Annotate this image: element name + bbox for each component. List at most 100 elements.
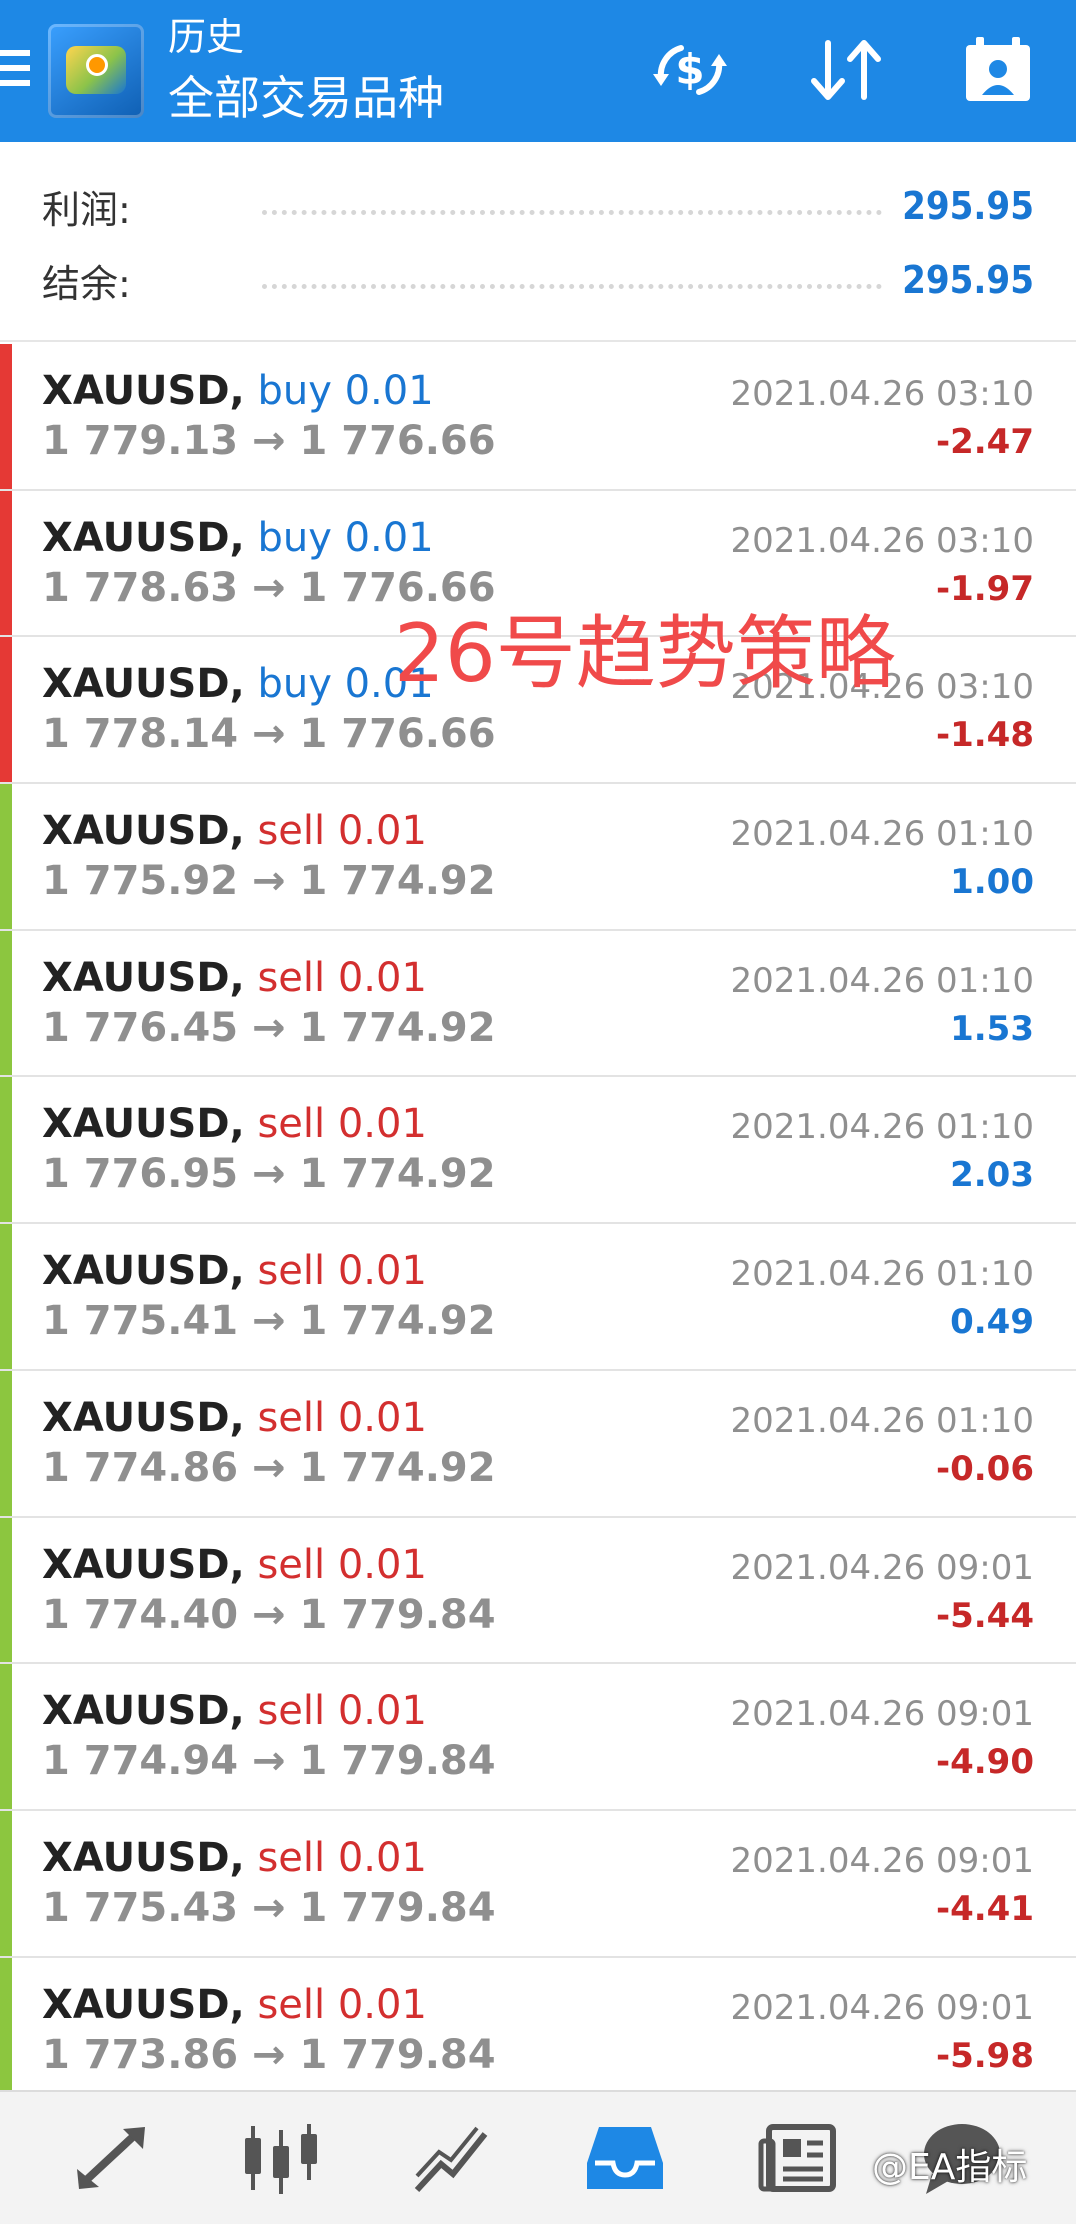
trade-time: 2021.04.26 01:10 [730,1400,1034,1441]
profit-value: 295.95 [902,184,1034,228]
trade-side-indicator [0,1810,12,1956]
trade-prices: 1 774.94 → 1 779.84 [42,1738,496,1785]
trade-side-indicator [0,637,12,783]
trade-title: XAUUSD, sell 0.01 [42,1099,427,1149]
trade-time: 2021.04.26 01:10 [730,1254,1034,1295]
trade-title: XAUUSD, buy 0.01 [42,659,434,709]
trade-profit: -1.97 [936,568,1034,609]
trade-symbol: XAUUSD, [42,661,245,708]
trade-profit: -0.06 [936,1448,1034,1489]
trade-prices: 1 775.92 → 1 774.92 [42,858,496,905]
trade-row[interactable]: XAUUSD, sell 0.01 1 774.40 → 1 779.84 2021… [0,1517,1076,1665]
trade-time: 2021.04.26 03:10 [730,520,1034,561]
trade-symbol: XAUUSD, [42,1981,245,2028]
trade-side-volume: sell 0.01 [257,1248,427,1295]
trade-prices: 1 774.86 → 1 774.92 [42,1444,496,1491]
balance-value: 295.95 [902,258,1034,302]
trade-time: 2021.04.26 03:10 [730,374,1034,414]
symbol-filter[interactable]: 全部交易品种 [168,70,444,126]
profit-label: 利润: [42,187,131,232]
calendar-person-icon[interactable] [948,34,1048,106]
trade-side-volume: sell 0.01 [257,1688,427,1735]
trade-time: 2021.04.26 09:01 [730,1547,1034,1588]
sort-icon[interactable] [796,34,896,106]
quotes-chart-icon[interactable] [226,2108,336,2208]
trade-title: XAUUSD, buy 0.01 [42,366,434,416]
trade-side-volume: sell 0.01 [257,954,427,1001]
trade-time: 2021.04.26 01:10 [730,1107,1034,1148]
trade-side-volume: sell 0.01 [257,1394,427,1441]
trade-side-indicator [0,1077,12,1223]
trade-prices: 1 778.14 → 1 776.66 [42,711,496,758]
trade-title: XAUUSD, sell 0.01 [42,1833,427,1883]
trade-icon[interactable] [56,2108,166,2208]
trade-title: XAUUSD, buy 0.01 [42,513,434,563]
profit-row: 利润: 295.95 [42,176,1034,236]
trade-profit: 1.00 [950,862,1034,903]
chart-icon[interactable] [398,2108,508,2208]
trade-prices: 1 779.13 → 1 776.66 [42,418,496,464]
trade-profit: -5.44 [936,1595,1034,1636]
trade-prices: 1 774.40 → 1 779.84 [42,1591,496,1638]
trade-symbol: XAUUSD, [42,368,245,414]
trade-symbol: XAUUSD, [42,808,245,855]
trade-symbol: XAUUSD, [42,514,245,561]
trade-side-volume: buy 0.01 [257,368,434,414]
trade-prices: 1 773.86 → 1 779.84 [42,2031,496,2078]
trade-side-indicator [0,344,12,489]
trade-time: 2021.04.26 09:01 [730,1987,1034,2028]
trade-symbol: XAUUSD, [42,1101,245,1148]
news-icon[interactable] [742,2108,852,2208]
trade-title: XAUUSD, sell 0.01 [42,953,427,1003]
trade-profit: -4.90 [936,1742,1034,1783]
trade-row[interactable]: XAUUSD, sell 0.01 1 774.94 → 1 779.84 2021… [0,1664,1076,1811]
trade-symbol: XAUUSD, [42,1834,245,1881]
history-inbox-icon[interactable] [570,2108,680,2208]
trade-side-indicator [0,1957,12,2103]
trade-profit: -5.98 [936,2035,1034,2076]
trade-time: 2021.04.26 01:10 [730,960,1034,1001]
page-title: 历史 [168,15,245,59]
svg-text:$: $ [675,45,704,94]
trade-row[interactable]: XAUUSD, sell 0.01 1 775.41 → 1 774.92 2021… [0,1224,1076,1371]
strategy-annotation: 26号趋势策略 [394,607,896,700]
currency-exchange-icon[interactable]: $ [640,34,740,106]
trade-row[interactable]: XAUUSD, sell 0.01 1 775.92 → 1 774.92 2021… [0,784,1076,931]
trade-title: XAUUSD, sell 0.01 [42,1393,427,1443]
trade-symbol: XAUUSD, [42,1688,245,1735]
trade-prices: 1 775.43 → 1 779.84 [42,1884,496,1931]
trade-row[interactable]: XAUUSD, buy 0.01 1 779.13 → 1 776.66 2021.… [0,344,1076,491]
trade-prices: 1 775.41 → 1 774.92 [42,1298,496,1345]
trade-symbol: XAUUSD, [42,954,245,1001]
trade-row[interactable]: XAUUSD, sell 0.01 1 776.45 → 1 774.92 2021… [0,930,1076,1078]
trade-title: XAUUSD, sell 0.01 [42,1246,427,1296]
trade-profit: -4.41 [936,1888,1034,1929]
trade-time: 2021.04.26 01:10 [730,814,1034,855]
trade-side-indicator [0,1517,12,1663]
trade-prices: 1 776.45 → 1 774.92 [42,1004,496,1051]
trade-side-volume: sell 0.01 [257,1834,427,1881]
trade-time: 2021.04.26 09:01 [730,1694,1034,1735]
trade-profit: -2.47 [936,422,1034,462]
trade-title: XAUUSD, sell 0.01 [42,1980,427,2030]
trade-row[interactable]: XAUUSD, sell 0.01 1 774.86 → 1 774.92 2021… [0,1370,1076,1518]
trade-title: XAUUSD, sell 0.01 [42,1540,427,1590]
trade-row[interactable]: XAUUSD, sell 0.01 1 776.95 → 1 774.92 2021… [0,1077,1076,1225]
trade-profit: -1.48 [936,715,1034,756]
trade-row[interactable]: XAUUSD, sell 0.01 1 773.86 → 1 779.84 2021… [0,1957,1076,2105]
menu-icon[interactable] [0,50,30,90]
trade-side-indicator [0,784,12,929]
balance-row: 结余: 295.95 [42,250,1034,310]
trade-side-indicator [0,1370,12,1516]
trade-symbol: XAUUSD, [42,1248,245,1295]
trade-side-volume: sell 0.01 [257,808,427,855]
trade-row[interactable]: XAUUSD, sell 0.01 1 775.43 → 1 779.84 2021… [0,1810,1076,1958]
trade-side-indicator [0,490,12,636]
trade-side-volume: sell 0.01 [257,1101,427,1148]
trade-profit: 0.49 [950,1302,1034,1343]
trade-title: XAUUSD, sell 0.01 [42,806,427,856]
trade-side-indicator [0,1224,12,1369]
account-summary: 利润: 295.95 结余: 295.95 [0,142,1076,342]
app-logo-icon[interactable] [48,24,144,118]
trade-side-volume: buy 0.01 [257,514,434,561]
